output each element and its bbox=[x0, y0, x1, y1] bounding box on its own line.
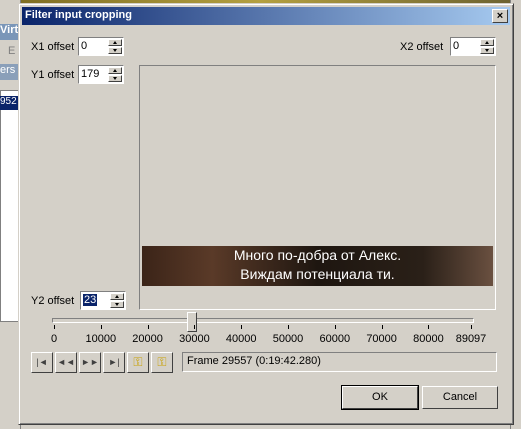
slider-tick-label: 80000 bbox=[413, 333, 444, 345]
step-back-icon: ◄◄ bbox=[57, 357, 75, 367]
key-next-button[interactable]: ⚿ bbox=[151, 352, 173, 373]
slider-tick-label: 20000 bbox=[132, 333, 163, 345]
y2-offset-down-button[interactable] bbox=[110, 301, 124, 308]
video-frame-image: Много по-добра от Алекс. Виждам потенциа… bbox=[142, 246, 493, 286]
go-end-button[interactable]: ►| bbox=[103, 352, 125, 373]
crop-dialog: Filter input cropping × X1 offset 0 Y1 o… bbox=[18, 3, 514, 425]
x2-offset-up-button[interactable] bbox=[480, 39, 494, 46]
background-window-title: Virt bbox=[0, 24, 20, 40]
go-end-icon: ►| bbox=[108, 357, 120, 367]
y1-offset-value[interactable]: 179 bbox=[81, 68, 99, 80]
x1-offset-down-button[interactable] bbox=[108, 47, 122, 54]
y2-offset-field[interactable]: 23 bbox=[80, 291, 126, 310]
y1-offset-field[interactable]: 179 bbox=[78, 65, 124, 84]
slider-tick bbox=[381, 325, 383, 329]
x1-offset-up-button[interactable] bbox=[108, 39, 122, 46]
cancel-button[interactable]: Cancel bbox=[422, 386, 498, 409]
y1-offset-label: Y1 offset bbox=[31, 69, 75, 81]
slider-tick bbox=[100, 325, 102, 329]
step-forward-icon: ►► bbox=[81, 357, 99, 367]
go-start-icon: |◄ bbox=[36, 357, 48, 367]
close-icon: × bbox=[496, 10, 504, 22]
slider-tick-label: 30000 bbox=[179, 333, 210, 345]
slider-tick-label: 70000 bbox=[366, 333, 397, 345]
background-menu-item: E bbox=[8, 45, 16, 57]
key-prev-icon: ⚿ bbox=[133, 355, 143, 369]
background-list-item: 952 bbox=[0, 96, 20, 110]
key-prev-button[interactable]: ⚿ bbox=[127, 352, 149, 373]
slider-tick bbox=[241, 325, 243, 329]
ok-button[interactable]: OK bbox=[341, 385, 419, 410]
y2-offset-label: Y2 offset bbox=[31, 295, 75, 307]
frame-status: Frame 29557 (0:19:42.280) bbox=[182, 352, 497, 372]
x2-offset-down-button[interactable] bbox=[480, 47, 494, 54]
x1-offset-value[interactable]: 0 bbox=[81, 40, 87, 52]
slider-tick bbox=[471, 325, 472, 329]
frame-slider-thumb[interactable] bbox=[187, 312, 198, 332]
key-next-icon: ⚿ bbox=[157, 355, 167, 369]
x1-offset-label: X1 offset bbox=[31, 41, 75, 53]
x2-offset-field[interactable]: 0 bbox=[450, 37, 496, 56]
slider-tick-label: 40000 bbox=[225, 333, 257, 345]
x1-offset-field[interactable]: 0 bbox=[78, 37, 124, 56]
step-back-button[interactable]: ◄◄ bbox=[55, 352, 77, 373]
step-forward-button[interactable]: ►► bbox=[79, 352, 101, 373]
dialog-title: Filter input cropping bbox=[25, 9, 132, 21]
frame-slider-track[interactable] bbox=[52, 318, 474, 323]
subtitle-line-2: Виждам потенциала ти. bbox=[240, 266, 395, 282]
slider-tick-label: 89097 bbox=[455, 333, 487, 345]
slider-tick-label: 60000 bbox=[319, 333, 351, 345]
slider-tick-label: 0 bbox=[50, 333, 58, 345]
x2-offset-label: X2 offset bbox=[400, 41, 444, 53]
slider-tick bbox=[334, 325, 336, 329]
dialog-titlebar[interactable]: Filter input cropping × bbox=[22, 7, 510, 25]
slider-tick bbox=[147, 325, 149, 329]
crop-preview[interactable]: Много по-добра от Алекс. Виждам потенциа… bbox=[139, 65, 496, 310]
y1-offset-up-button[interactable] bbox=[108, 67, 122, 74]
slider-tick bbox=[54, 325, 55, 329]
go-start-button[interactable]: |◄ bbox=[31, 352, 53, 373]
y2-offset-up-button[interactable] bbox=[110, 293, 124, 300]
slider-tick bbox=[288, 325, 289, 329]
slider-tick bbox=[428, 325, 430, 329]
background-panel-header: ers bbox=[0, 64, 20, 80]
slider-tick bbox=[194, 325, 196, 329]
close-button[interactable]: × bbox=[492, 9, 508, 23]
slider-tick-label: 10000 bbox=[85, 333, 117, 345]
x2-offset-value[interactable]: 0 bbox=[453, 40, 459, 52]
y1-offset-down-button[interactable] bbox=[108, 75, 122, 82]
subtitle-line-1: Много по-добра от Алекс. bbox=[233, 247, 402, 263]
slider-tick-label: 50000 bbox=[272, 333, 304, 345]
y2-offset-value[interactable]: 23 bbox=[83, 294, 98, 306]
